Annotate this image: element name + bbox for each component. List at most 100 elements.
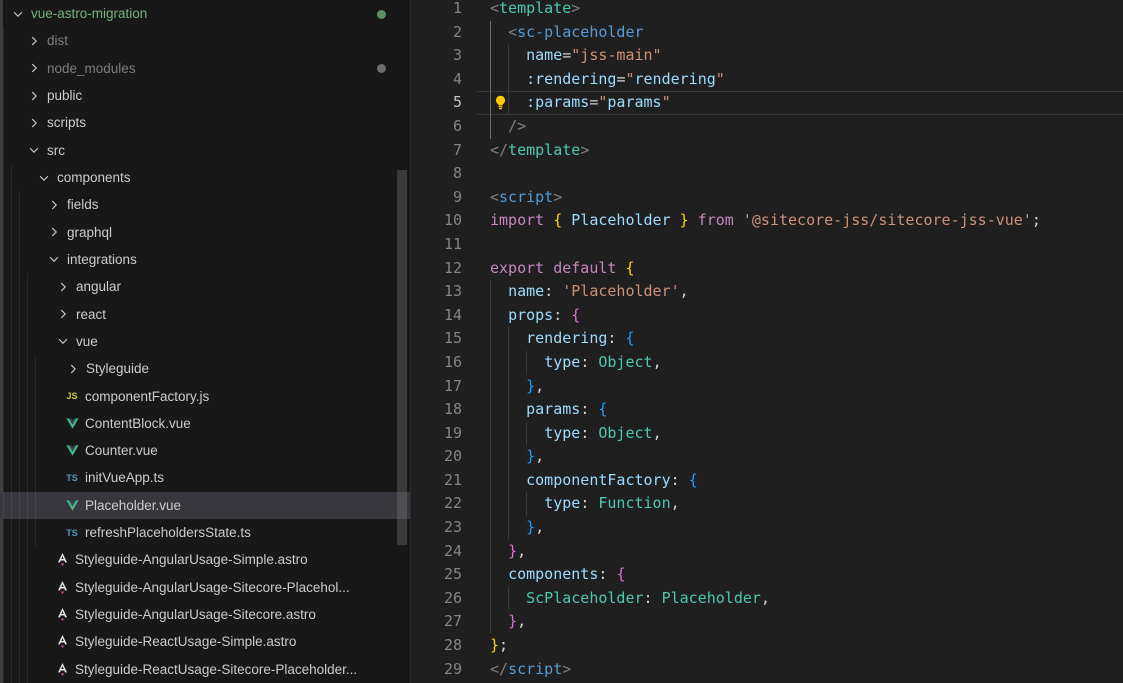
- line-number: 22: [411, 492, 462, 516]
- chevron-right-icon[interactable]: [46, 197, 62, 213]
- tree-indent-guide: [19, 492, 20, 519]
- line-number: 28: [411, 634, 462, 658]
- code-line-5[interactable]: 5 :params="params": [411, 91, 1123, 115]
- code-line-content: },: [490, 516, 544, 540]
- tree-item-react[interactable]: react: [0, 300, 410, 327]
- tree-item-graphql[interactable]: graphql: [0, 219, 410, 246]
- tree-item-refreshplaceholdersstate-ts[interactable]: TSrefreshPlaceholdersState.ts: [0, 519, 410, 546]
- tree-item-styleguide-angularusage-simple-astro[interactable]: Styleguide-AngularUsage-Simple.astro: [0, 546, 410, 573]
- tree-item-contentblock-vue[interactable]: ContentBlock.vue: [0, 410, 410, 437]
- tree-item-node-modules[interactable]: node_modules: [0, 55, 410, 82]
- tree-item-counter-vue[interactable]: Counter.vue: [0, 437, 410, 464]
- tree-indent-guide: [27, 628, 28, 655]
- tree-item-initvueapp-ts[interactable]: TSinitVueApp.ts: [0, 464, 410, 491]
- line-number: 15: [411, 327, 462, 351]
- code-line-content: },: [490, 540, 526, 564]
- code-line-22[interactable]: 22 type: Function,: [411, 492, 1123, 516]
- code-line-9[interactable]: 9<script>: [411, 186, 1123, 210]
- sidebar-scrollbar[interactable]: [397, 170, 407, 545]
- code-line-27[interactable]: 27 },: [411, 610, 1123, 634]
- code-line-1[interactable]: 1<template>: [411, 0, 1123, 21]
- chevron-right-icon[interactable]: [46, 224, 62, 240]
- tree-item-placeholder-vue[interactable]: Placeholder.vue: [0, 492, 410, 519]
- line-number: 8: [411, 162, 462, 186]
- tree-item-src[interactable]: src: [0, 137, 410, 164]
- chevron-right-icon[interactable]: [26, 60, 42, 76]
- code-line-13[interactable]: 13 name: 'Placeholder',: [411, 280, 1123, 304]
- tree-item-label: dist: [47, 33, 68, 48]
- tree-item-styleguide-angularusage-sitecore-astro[interactable]: Styleguide-AngularUsage-Sitecore.astro: [0, 601, 410, 628]
- tree-item-angular[interactable]: angular: [0, 273, 410, 300]
- tree-item-scripts[interactable]: scripts: [0, 109, 410, 136]
- tree-item-components[interactable]: components: [0, 164, 410, 191]
- chevron-right-icon[interactable]: [65, 361, 81, 377]
- code-line-21[interactable]: 21 componentFactory: {: [411, 469, 1123, 493]
- chevron-right-icon[interactable]: [26, 88, 42, 104]
- chevron-down-icon[interactable]: [10, 6, 26, 22]
- code-line-23[interactable]: 23 },: [411, 516, 1123, 540]
- tree-indent-guide: [3, 546, 4, 573]
- code-line-3[interactable]: 3 name="jss-main": [411, 44, 1123, 68]
- tree-indent-guide: [3, 82, 4, 109]
- tree-indent-guide: [19, 437, 20, 464]
- code-line-content: props: {: [490, 304, 580, 328]
- code-line-2[interactable]: 2 <sc-placeholder: [411, 21, 1123, 45]
- code-line-7[interactable]: 7</template>: [411, 139, 1123, 163]
- tree-item-label: components: [57, 170, 131, 185]
- chevron-down-icon[interactable]: [46, 251, 62, 267]
- tree-indent-guide: [19, 464, 20, 491]
- tree-item-vue-astro-migration[interactable]: vue-astro-migration: [0, 0, 410, 27]
- line-number: 13: [411, 280, 462, 304]
- chevron-down-icon[interactable]: [36, 170, 52, 186]
- tree-item-integrations[interactable]: integrations: [0, 246, 410, 273]
- tree-item-fields[interactable]: fields: [0, 191, 410, 218]
- tree-item-styleguide-reactusage-sitecore-placeholder-[interactable]: Styleguide-ReactUsage-Sitecore-Placehold…: [0, 656, 410, 683]
- code-line-15[interactable]: 15 rendering: {: [411, 327, 1123, 351]
- tree-item-vue[interactable]: vue: [0, 328, 410, 355]
- tree-item-styleguide-reactusage-simple-astro[interactable]: Styleguide-ReactUsage-Simple.astro: [0, 628, 410, 655]
- tree-indent-guide: [11, 355, 12, 382]
- code-line-19[interactable]: 19 type: Object,: [411, 422, 1123, 446]
- code-line-16[interactable]: 16 type: Object,: [411, 351, 1123, 375]
- code-line-24[interactable]: 24 },: [411, 540, 1123, 564]
- tree-item-label: node_modules: [47, 61, 136, 76]
- astro-icon: [54, 634, 70, 650]
- chevron-down-icon[interactable]: [26, 142, 42, 158]
- gray-dot-badge: [377, 64, 386, 73]
- code-line-14[interactable]: 14 props: {: [411, 304, 1123, 328]
- ts-icon: TS: [64, 525, 80, 541]
- tree-item-styleguide[interactable]: Styleguide: [0, 355, 410, 382]
- tree-item-public[interactable]: public: [0, 82, 410, 109]
- tree-indent-guide: [11, 219, 12, 246]
- tree-indent-guide: [27, 464, 28, 491]
- line-number: 9: [411, 186, 462, 210]
- code-line-28[interactable]: 28};: [411, 634, 1123, 658]
- chevron-right-icon[interactable]: [55, 306, 71, 322]
- code-line-18[interactable]: 18 params: {: [411, 398, 1123, 422]
- code-line-8[interactable]: 8: [411, 162, 1123, 186]
- chevron-right-icon[interactable]: [26, 115, 42, 131]
- chevron-right-icon[interactable]: [55, 279, 71, 295]
- code-line-26[interactable]: 26 ScPlaceholder: Placeholder,: [411, 587, 1123, 611]
- code-line-12[interactable]: 12export default {: [411, 257, 1123, 281]
- tree-item-styleguide-angularusage-sitecore-placehol-[interactable]: Styleguide-AngularUsage-Sitecore-Placeho…: [0, 574, 410, 601]
- code-line-10[interactable]: 10import { Placeholder } from '@sitecore…: [411, 209, 1123, 233]
- code-line-4[interactable]: 4 :rendering="rendering": [411, 68, 1123, 92]
- code-line-content: type: Object,: [490, 351, 662, 375]
- tree-item-componentfactory-js[interactable]: JScomponentFactory.js: [0, 382, 410, 409]
- chevron-down-icon[interactable]: [55, 333, 71, 349]
- line-number: 11: [411, 233, 462, 257]
- vscode-window: vue-astro-migration dist node_modulespubli…: [0, 0, 1123, 683]
- code-line-20[interactable]: 20 },: [411, 445, 1123, 469]
- code-line-17[interactable]: 17 },: [411, 375, 1123, 399]
- tree-indent-guide: [3, 164, 4, 191]
- tree-item-dist[interactable]: dist: [0, 27, 410, 54]
- code-line-11[interactable]: 11: [411, 233, 1123, 257]
- code-line-25[interactable]: 25 components: {: [411, 563, 1123, 587]
- tree-indent-guide: [11, 328, 12, 355]
- code-line-content: },: [490, 610, 526, 634]
- chevron-right-icon[interactable]: [26, 33, 42, 49]
- code-line-6[interactable]: 6 />: [411, 115, 1123, 139]
- code-line-29[interactable]: 29</script>: [411, 658, 1123, 682]
- tree-indent-guide: [11, 246, 12, 273]
